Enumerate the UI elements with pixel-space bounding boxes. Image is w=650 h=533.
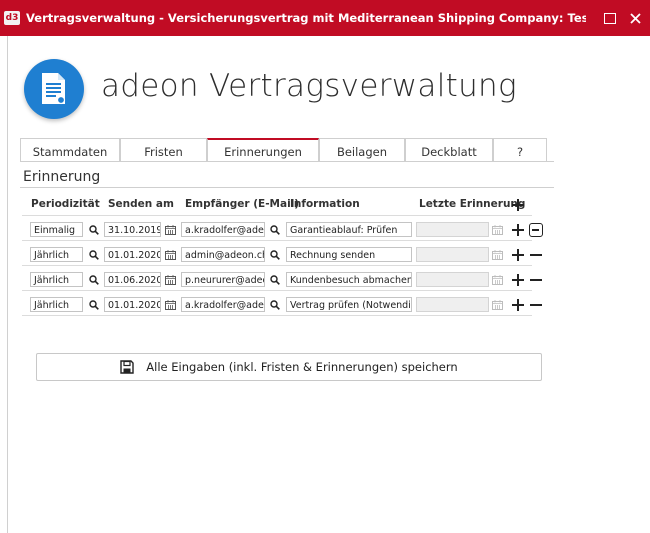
calendar-icon bbox=[489, 222, 505, 237]
information-field[interactable]: Garantieablauf: Prüfen bbox=[286, 222, 412, 237]
send-on-date-field[interactable]: 01.06.2020 bbox=[104, 272, 161, 287]
search-icon[interactable] bbox=[86, 222, 102, 237]
save-all-button[interactable]: Alle Eingaben (inkl. Fristen & Erinnerun… bbox=[36, 353, 542, 381]
periodicity-field[interactable]: Jährlich bbox=[30, 297, 83, 312]
floppy-disk-icon bbox=[120, 360, 134, 374]
periodicity-field[interactable]: Jährlich bbox=[30, 272, 83, 287]
search-icon[interactable] bbox=[267, 297, 283, 312]
tab-beilagen[interactable]: Beilagen bbox=[319, 138, 405, 161]
information-field[interactable]: Rechnung senden bbox=[286, 247, 412, 262]
tab-bar: Stammdaten Fristen Erinnerungen Beilagen… bbox=[20, 138, 548, 162]
column-header-last-reminder: Letzte Erinnerung bbox=[419, 198, 526, 210]
column-header-send-on: Senden am bbox=[108, 198, 174, 210]
tab-divider bbox=[20, 161, 554, 162]
calendar-icon[interactable] bbox=[162, 297, 178, 312]
calendar-icon[interactable] bbox=[162, 222, 178, 237]
recipient-email-field[interactable]: p.neururer@adeon.ch bbox=[181, 272, 265, 287]
periodicity-field[interactable]: Einmalig bbox=[30, 222, 83, 237]
window-title: Vertragsverwaltung - Versicherungsvertra… bbox=[26, 11, 586, 25]
remove-row-button[interactable] bbox=[529, 223, 543, 237]
calendar-icon[interactable] bbox=[162, 247, 178, 262]
calendar-icon bbox=[489, 247, 505, 262]
add-row-button[interactable] bbox=[512, 249, 524, 261]
section-divider bbox=[20, 187, 554, 188]
tab-help[interactable]: ? bbox=[493, 138, 547, 161]
window-frame bbox=[7, 36, 8, 533]
recipient-email-field[interactable]: admin@adeon.ch bbox=[181, 247, 265, 262]
periodicity-field[interactable]: Jährlich bbox=[30, 247, 83, 262]
last-reminder-field bbox=[416, 247, 489, 262]
app-logo bbox=[24, 59, 84, 119]
search-icon[interactable] bbox=[86, 272, 102, 287]
column-header-information: Information bbox=[290, 198, 360, 210]
remove-row-button[interactable] bbox=[530, 274, 542, 286]
information-field[interactable]: Vertrag prüfen (Notwendig?) bbox=[286, 297, 412, 312]
column-header-periodicity: Periodizität bbox=[31, 198, 100, 210]
add-reminder-button[interactable] bbox=[512, 199, 524, 211]
app-title: adeon Vertragsverwaltung bbox=[101, 68, 517, 104]
close-icon bbox=[629, 12, 641, 24]
tab-fristen[interactable]: Fristen bbox=[120, 138, 207, 161]
add-row-button[interactable] bbox=[512, 224, 524, 236]
calendar-icon bbox=[489, 272, 505, 287]
remove-row-button[interactable] bbox=[530, 299, 542, 311]
information-field[interactable]: Kundenbesuch abmachen bbox=[286, 272, 412, 287]
maximize-button[interactable] bbox=[602, 10, 618, 26]
remove-row-button[interactable] bbox=[530, 249, 542, 261]
column-header-recipient: Empfänger (E-Mail) bbox=[185, 198, 300, 210]
header-divider bbox=[22, 215, 532, 216]
search-icon[interactable] bbox=[267, 247, 283, 262]
save-all-label: Alle Eingaben (inkl. Fristen & Erinnerun… bbox=[146, 360, 458, 374]
tab-deckblatt[interactable]: Deckblatt bbox=[405, 138, 493, 161]
search-icon[interactable] bbox=[267, 272, 283, 287]
window-titlebar: d3 Vertragsverwaltung - Versicherungsver… bbox=[0, 0, 650, 36]
send-on-date-field[interactable]: 01.01.2020 bbox=[104, 297, 161, 312]
send-on-date-field[interactable]: 01.01.2020 bbox=[104, 247, 161, 262]
row-divider bbox=[22, 240, 532, 241]
maximize-icon bbox=[604, 12, 616, 24]
add-row-button[interactable] bbox=[512, 274, 524, 286]
app-badge-icon: d3 bbox=[4, 11, 20, 25]
tab-stammdaten[interactable]: Stammdaten bbox=[20, 138, 120, 161]
section-title: Erinnerung bbox=[23, 169, 101, 185]
calendar-icon bbox=[489, 297, 505, 312]
last-reminder-field bbox=[416, 297, 489, 312]
add-row-button[interactable] bbox=[512, 299, 524, 311]
last-reminder-field bbox=[416, 272, 489, 287]
row-divider bbox=[22, 265, 532, 266]
search-icon[interactable] bbox=[267, 222, 283, 237]
tab-erinnerungen[interactable]: Erinnerungen bbox=[207, 138, 319, 161]
last-reminder-field bbox=[416, 222, 489, 237]
search-icon[interactable] bbox=[86, 247, 102, 262]
calendar-icon[interactable] bbox=[162, 272, 178, 287]
recipient-email-field[interactable]: a.kradolfer@adeon.ch bbox=[181, 297, 265, 312]
recipient-email-field[interactable]: a.kradolfer@adeon.ch bbox=[181, 222, 265, 237]
row-divider bbox=[22, 290, 532, 291]
document-icon bbox=[42, 73, 66, 105]
search-icon[interactable] bbox=[86, 297, 102, 312]
row-divider bbox=[22, 315, 532, 316]
send-on-date-field[interactable]: 31.10.2019 bbox=[104, 222, 161, 237]
close-button[interactable] bbox=[627, 10, 643, 26]
